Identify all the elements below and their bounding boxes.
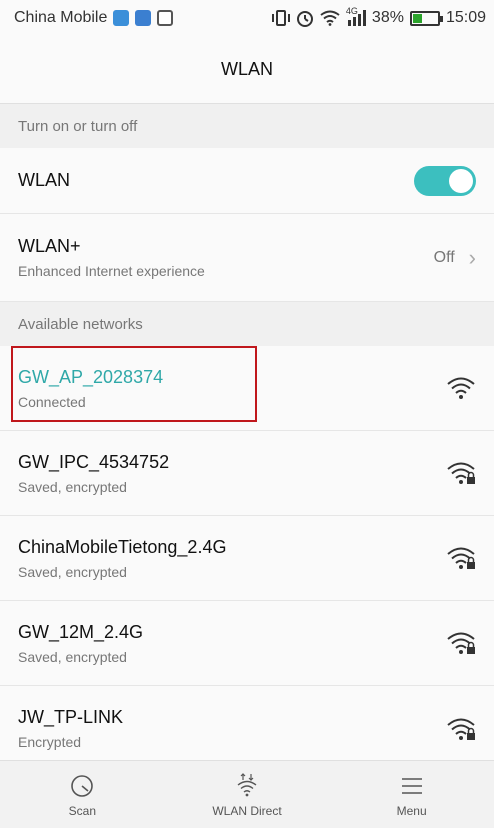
wifi-locked-icon [447,462,475,484]
wlan-label: WLAN [18,170,71,190]
status-icons: 4G 38% 15:09 [271,6,486,27]
chevron-right-icon: › [468,244,476,270]
network-status: Encrypted [18,734,82,750]
network-ssid: ChinaMobileTietong_2.4G [18,536,227,557]
scan-icon [71,774,94,797]
wlan-direct-button[interactable]: WLAN Direct [187,772,307,818]
network-ssid: GW_AP_2028374 [18,366,164,387]
notification-app-icon [113,10,130,26]
notification-gallery-icon [157,10,174,26]
alarm-icon [296,11,313,27]
notification-chat-icon [135,10,152,26]
section-header-toggle: Turn on or turn off [0,104,494,148]
carrier-name: China Mobile [14,9,108,26]
wlan-toggle-row[interactable]: WLAN [0,148,494,214]
network-item[interactable]: JW_TP-LINK Encrypted [0,686,494,771]
wifi-locked-icon [447,547,475,569]
menu-button[interactable]: Menu [352,772,472,818]
wifi-locked-icon [447,632,475,654]
network-ssid: JW_TP-LINK [18,707,124,727]
network-item[interactable]: ChinaMobileTietong_2.4G Saved, encrypted [0,516,494,601]
vibrate-icon [271,10,290,26]
wifi-icon [320,10,340,26]
battery-percent: 38% [371,9,404,26]
switch-knob [449,168,473,193]
wlan-plus-row[interactable]: WLAN+ Enhanced Internet experience Off › [0,214,494,302]
network-status: Saved, encrypted [18,478,127,495]
page-title: WLAN [0,36,494,104]
battery-icon [409,10,443,26]
wlan-plus-subtitle: Enhanced Internet experience [18,263,205,279]
wifi-signal-icon [447,377,475,399]
battery-fill [412,13,423,23]
carrier-group: China Mobile [14,9,174,27]
wlan-direct-label: WLAN Direct [212,803,282,818]
network-type: 4G [345,6,358,16]
menu-icon [401,777,422,794]
menu-label: Menu [396,803,427,818]
network-item[interactable]: GW_IPC_4534752 Saved, encrypted [0,431,494,516]
status-bar: China Mobile 4G 38% 15:09 [0,0,494,36]
wlan-switch[interactable] [414,165,476,196]
network-ssid: GW_12M_2.4G [18,621,144,642]
network-ssid: GW_IPC_4534752 [18,451,170,472]
wlan-plus-label: WLAN+ [18,236,81,256]
bottom-action-bar: Scan WLAN Direct Menu [0,760,494,828]
clock: 15:09 [445,9,486,26]
network-status: Saved, encrypted [18,563,127,580]
network-item[interactable]: GW_12M_2.4G Saved, encrypted [0,601,494,686]
network-status: Saved, encrypted [18,648,127,665]
wlan-plus-value: Off [433,248,455,266]
signal-icon: 4G [346,6,366,26]
scan-button[interactable]: Scan [22,772,142,818]
section-header-networks: Available networks [0,302,494,346]
network-status: Connected [18,393,86,410]
network-item[interactable]: GW_AP_2028374 Connected [0,346,494,431]
network-list: GW_AP_2028374 Connected GW_IPC_4534752 S… [0,346,494,771]
wifi-locked-icon [447,718,475,740]
scan-label: Scan [68,803,96,818]
wlan-direct-icon [237,772,257,796]
